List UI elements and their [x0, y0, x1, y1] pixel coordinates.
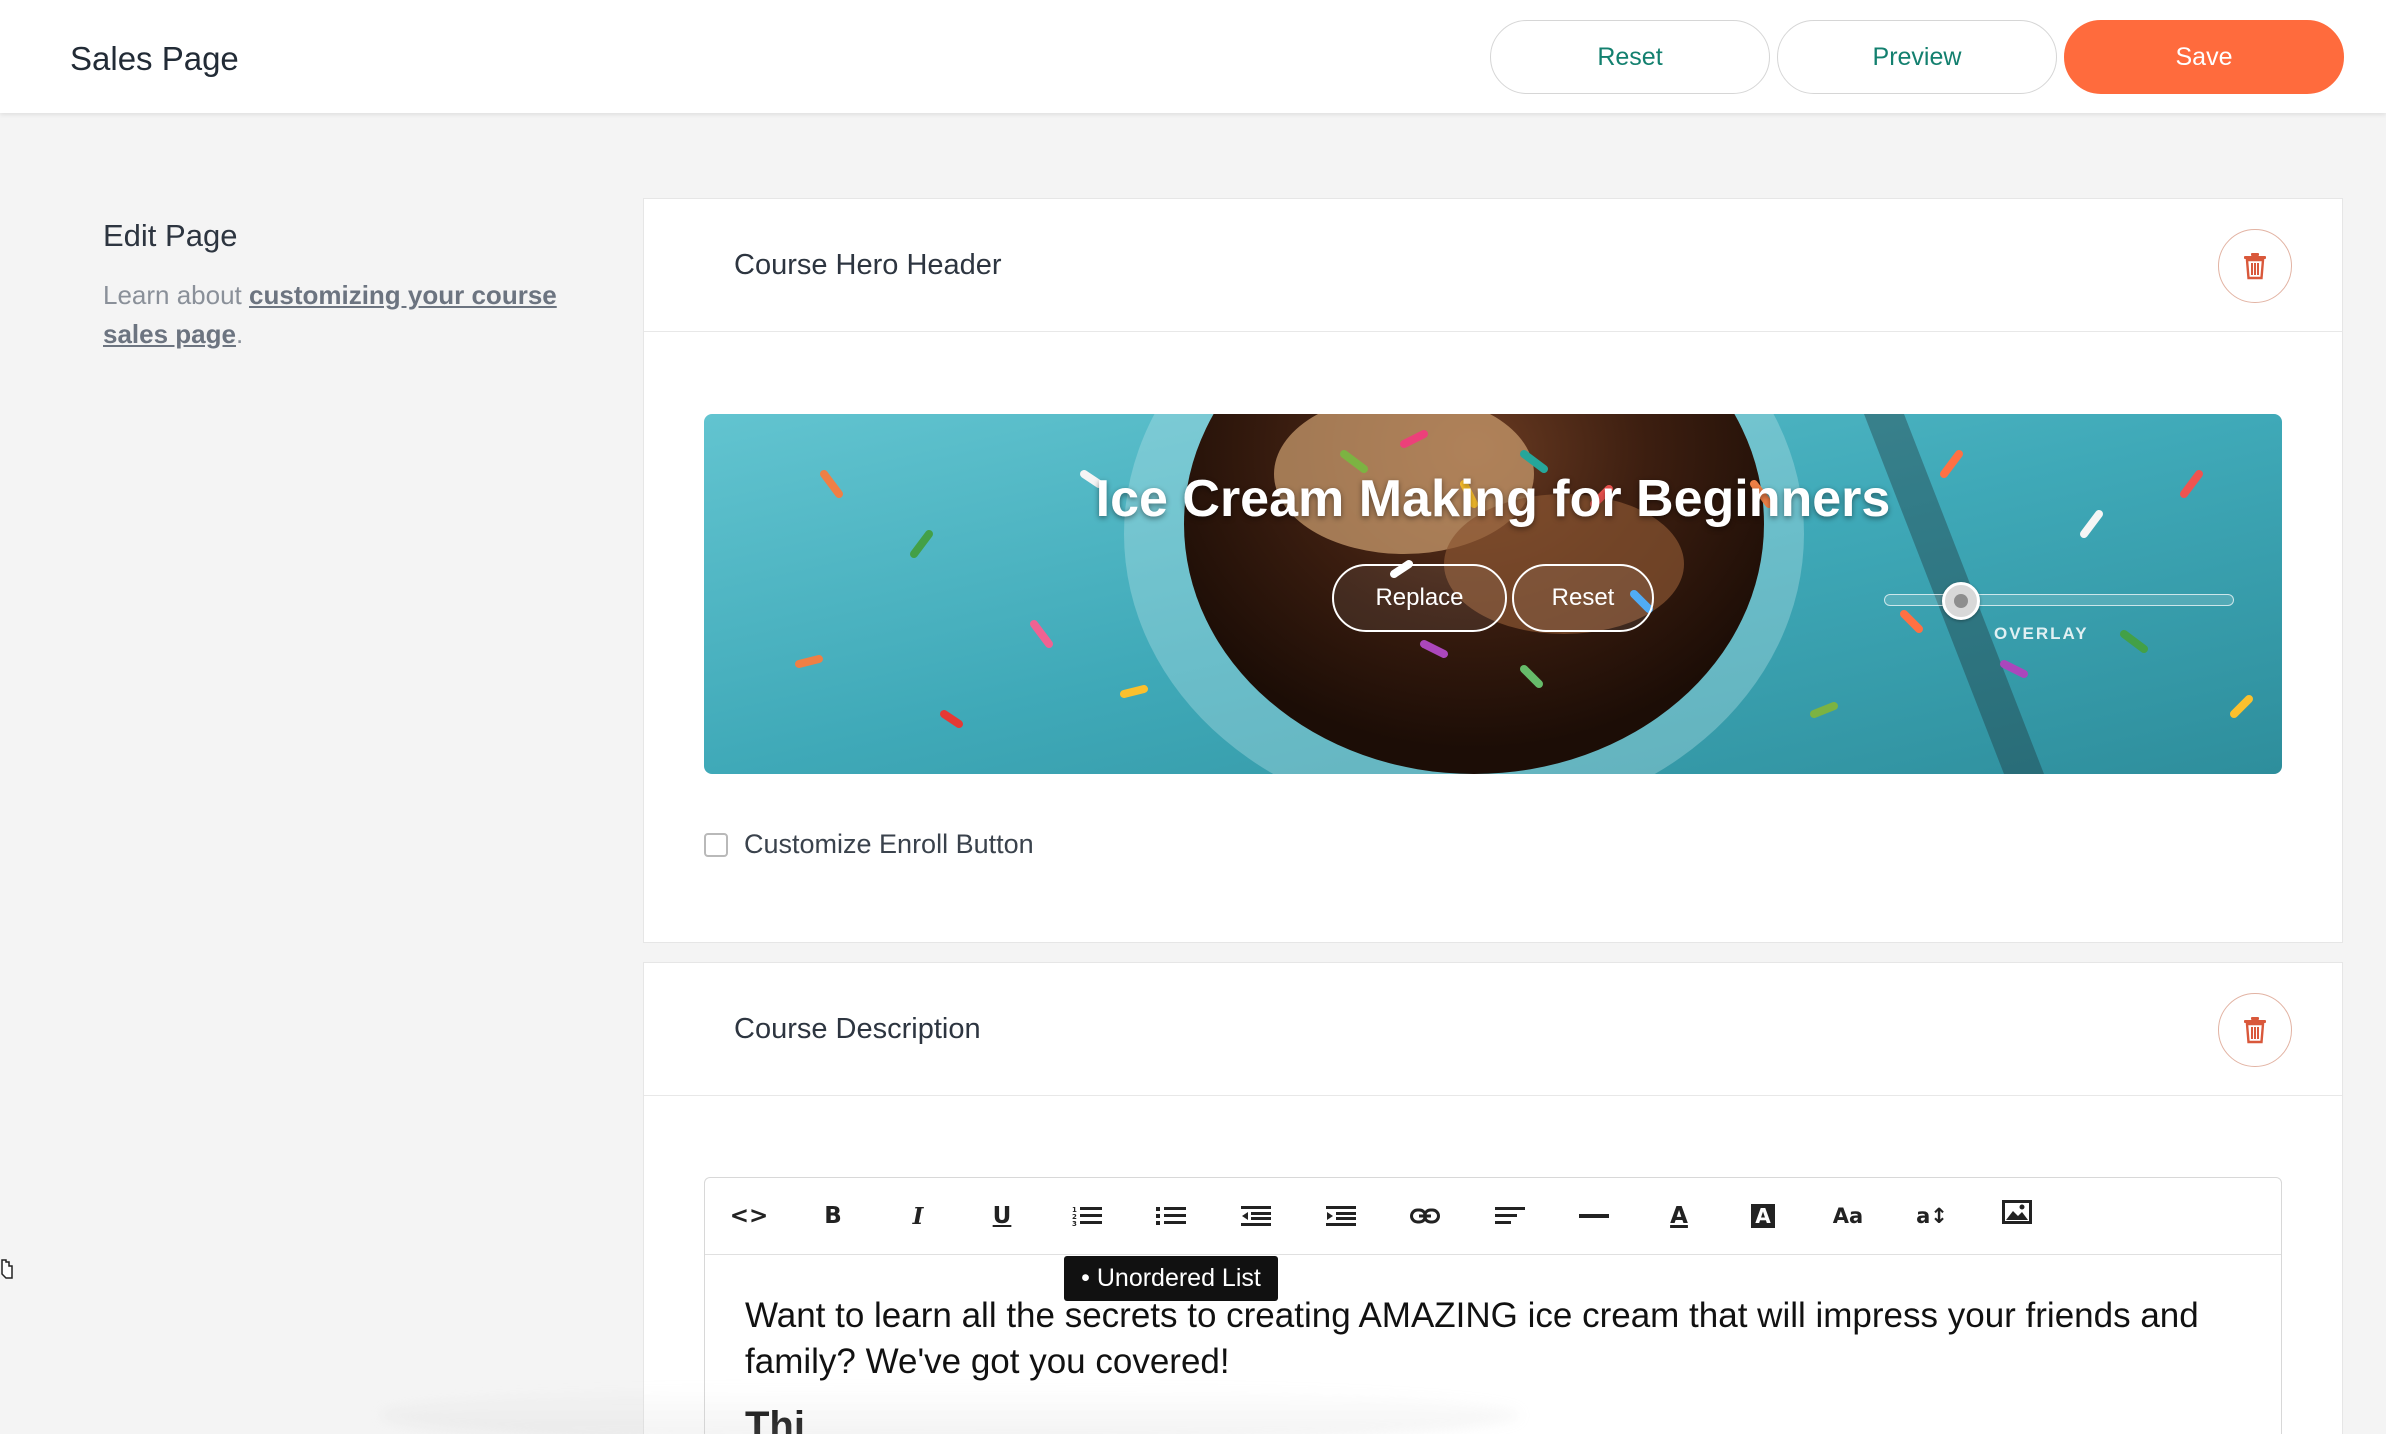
card-title: Course Hero Header [734, 249, 1002, 281]
card-header: Course Hero Header [644, 199, 2342, 332]
hero-title[interactable]: Ice Cream Making for Beginners [704, 469, 2282, 529]
editor-toolbar: <> B I U 123 A A Aa a↕ [705, 1178, 2281, 1255]
line-height-icon[interactable]: a↕ [1912, 1196, 1952, 1236]
highlight-color-glyph: A [1751, 1204, 1775, 1228]
course-description-card: Course Description <> B I U 123 A A Aa a… [643, 962, 2343, 1434]
underline-icon[interactable]: U [982, 1196, 1022, 1236]
font-size-glyph: Aa [1832, 1204, 1864, 1228]
sidebar-help-text: Learn about customizing your course sale… [103, 276, 623, 354]
replace-image-button[interactable]: Replace [1332, 564, 1507, 632]
code-view-icon[interactable]: <> [729, 1196, 769, 1236]
hand-cursor-icon [1, 1259, 13, 1279]
reset-button[interactable]: Reset [1490, 20, 1770, 94]
underline-glyph: U [992, 1203, 1012, 1229]
preview-button[interactable]: Preview [1777, 20, 2057, 94]
svg-text:3: 3 [1072, 1220, 1077, 1227]
bold-glyph: B [824, 1203, 842, 1229]
font-color-glyph: A [1670, 1203, 1688, 1229]
code-view-glyph: <> [729, 1203, 769, 1229]
card-header: Course Description [644, 963, 2342, 1096]
bold-icon[interactable]: B [813, 1196, 853, 1236]
line-height-glyph: a↕ [1916, 1204, 1948, 1228]
hero-image[interactable]: Ice Cream Making for Beginners Replace R… [704, 414, 2282, 774]
align-left-icon[interactable] [1490, 1196, 1530, 1236]
customize-enroll-row[interactable]: Customize Enroll Button [704, 829, 1034, 860]
sidebar-title: Edit Page [103, 218, 238, 253]
top-bar: Sales Page Reset Preview Save [0, 0, 2386, 113]
reset-image-button[interactable]: Reset [1512, 564, 1654, 632]
overlay-slider-track[interactable] [1884, 594, 2234, 606]
card-title: Course Description [734, 1013, 981, 1045]
customize-enroll-checkbox[interactable] [704, 832, 728, 857]
page-title: Sales Page [70, 40, 239, 77]
highlight-color-icon[interactable]: A [1743, 1196, 1783, 1236]
unordered-list-tooltip: • Unordered List [1064, 1256, 1278, 1301]
font-size-icon[interactable]: Aa [1828, 1196, 1868, 1236]
font-color-icon[interactable]: A [1659, 1196, 1699, 1236]
trash-icon [2244, 1017, 2266, 1044]
insert-image-icon[interactable] [1997, 1192, 2037, 1232]
sidebar-help-suffix: . [235, 319, 244, 349]
horizontal-rule-icon[interactable] [1574, 1196, 1614, 1236]
description-paragraph[interactable]: Want to learn all the secrets to creatin… [745, 1293, 2241, 1385]
overlay-label: OVERLAY [1994, 624, 2089, 643]
trash-icon [2244, 253, 2266, 280]
italic-glyph: I [912, 1202, 924, 1230]
sidebar-help-prefix: Learn about [103, 280, 250, 310]
save-button[interactable]: Save [2064, 20, 2344, 94]
indent-icon[interactable] [1321, 1196, 1361, 1236]
customize-enroll-label[interactable]: Customize Enroll Button [744, 829, 1034, 860]
unordered-list-icon[interactable] [1151, 1196, 1191, 1236]
delete-section-button[interactable] [2218, 993, 2292, 1067]
italic-icon[interactable]: I [898, 1196, 938, 1236]
delete-section-button[interactable] [2218, 229, 2292, 303]
overlay-slider-handle[interactable] [1942, 582, 1980, 620]
ordered-list-icon[interactable]: 123 [1067, 1196, 1107, 1236]
outdent-icon[interactable] [1236, 1196, 1276, 1236]
link-icon[interactable] [1405, 1196, 1445, 1236]
course-hero-header-card: Course Hero Header Ice Cream Making for … [643, 198, 2343, 943]
